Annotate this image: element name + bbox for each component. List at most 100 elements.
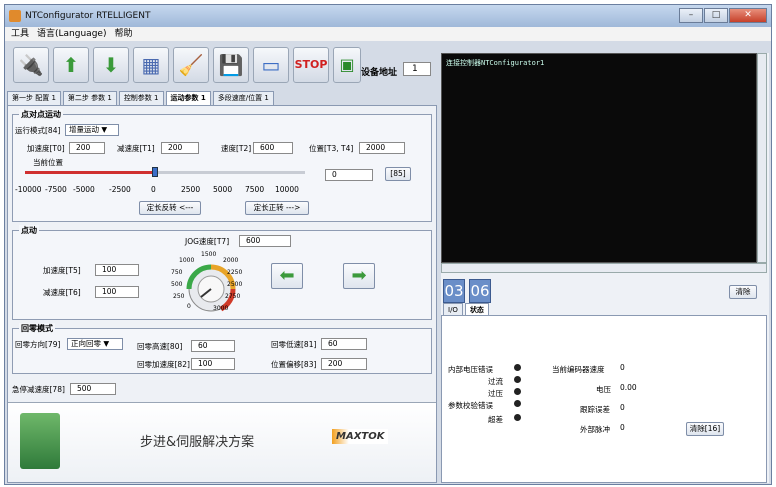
menu-language[interactable]: 语言(Language) (37, 27, 106, 41)
estop-decel-input[interactable]: 500 (70, 383, 116, 395)
tick-label: -7500 (45, 185, 67, 194)
led-display-2: 06 (469, 279, 491, 303)
close-button[interactable]: ✕ (729, 8, 767, 23)
read-85-button[interactable]: [85] (385, 167, 411, 181)
voltage-value: 0.00 (620, 383, 637, 392)
title-bar: NTConfigurator RTELLIGENT – □ ✕ (5, 5, 771, 27)
tick-label: 0 (151, 185, 156, 194)
chart-icon: ▦ (141, 53, 161, 77)
console-vertical-scrollbar[interactable] (757, 53, 767, 263)
position-bar-track (155, 171, 305, 174)
jog-accel-input[interactable]: 100 (95, 264, 139, 276)
speed-input[interactable]: 600 (253, 142, 293, 154)
product-image (20, 413, 60, 469)
home-high-speed-label: 回零高速[80] (137, 342, 183, 351)
clean-button[interactable]: 🧹 (173, 47, 209, 83)
window-button[interactable]: ▭ (253, 47, 289, 83)
home-low-speed-input[interactable]: 60 (321, 338, 367, 350)
voltage-label: 电压 (596, 385, 611, 394)
dial-label: 0 (187, 303, 191, 310)
dial-label: 2500 (227, 281, 243, 288)
monitor-button[interactable]: ▣ (333, 47, 361, 83)
position-bar-fill (25, 171, 155, 174)
motion-panel: 点对点运动 运行模式[84] 增量运动 ▼ 加速度[T0] 200 减速度[T1… (7, 105, 437, 483)
external-pulse-label: 外部脉冲 (580, 425, 610, 434)
status-panel: 内部电压错误 过流 过压 参数校验错误 超差 当前编码器速度 0 电压 0.00… (441, 315, 767, 483)
home-accel-label: 回零加速度[82] (137, 360, 190, 369)
dial-label: 250 (173, 293, 185, 300)
arrow-right-icon: ➡ (351, 265, 367, 286)
dial-label: 3000 (213, 305, 229, 312)
decel-input[interactable]: 200 (161, 142, 199, 154)
position-input[interactable]: 2000 (359, 142, 405, 154)
decel-label: 减速度[T1] (117, 144, 155, 153)
jog-decel-label: 减速度[T6] (43, 288, 81, 297)
brand-slogan: 步进&伺服解决方案 (140, 435, 255, 450)
monitor-panel: 连接控制器NTConfigurator1 03 06 清除 I/O 状态 内部电… (441, 53, 769, 483)
menu-help[interactable]: 帮助 (114, 27, 132, 41)
current-position-display: 0 (325, 169, 373, 181)
clear-status-button[interactable]: 清除[16] (686, 422, 724, 436)
status-label: 过压 (488, 389, 503, 398)
dial-label: 1500 (201, 251, 217, 258)
clear-console-button[interactable]: 清除 (729, 285, 757, 299)
tracking-error-value: 0 (620, 403, 625, 412)
forward-length-button[interactable]: 定长正转 ---> (245, 201, 309, 215)
window-icon: ▭ (261, 53, 281, 77)
download-button[interactable]: ⬇ (93, 47, 129, 83)
home-offset-label: 位置偏移[83] (271, 360, 317, 369)
console-horizontal-scrollbar[interactable] (441, 263, 767, 273)
jog-right-button[interactable]: ➡ (343, 263, 375, 289)
maximize-button[interactable]: □ (704, 8, 728, 23)
console-output: 连接控制器NTConfigurator1 (441, 53, 757, 263)
jog-left-button[interactable]: ⬅ (271, 263, 303, 289)
menu-bar: 工具 语言(Language) 帮助 (5, 27, 771, 41)
app-window: NTConfigurator RTELLIGENT – □ ✕ 工具 语言(La… (4, 4, 772, 485)
upload-button[interactable]: ⬆ (53, 47, 89, 83)
tab-motion[interactable]: 运动参数 1 (165, 91, 211, 105)
p2p-title: 点对点运动 (19, 109, 63, 120)
stop-button[interactable]: STOP (293, 47, 329, 83)
jog-group: 点动 JOG速度[T7] 600 加速度[T5] 100 减速度[T6] 100… (12, 225, 432, 320)
broom-icon: 🧹 (178, 53, 204, 77)
tick-label: 5000 (213, 185, 233, 194)
device-address-input[interactable]: 1 (403, 62, 431, 76)
encoder-speed-value: 0 (620, 363, 625, 372)
position-label: 位置[T3, T4] (309, 144, 354, 153)
jog-accel-label: 加速度[T5] (43, 266, 81, 275)
save-icon: 💾 (218, 53, 244, 77)
tab-multistep[interactable]: 多段速度/位置 1 (212, 91, 274, 105)
homing-group: 回零模式 回零方向[79] 正向回零 ▼ 回零高速[80] 60 回零低速[81… (12, 323, 432, 374)
position-slider-handle[interactable] (152, 167, 158, 177)
menu-tools[interactable]: 工具 (11, 27, 29, 41)
speed-label: 速度[T2] (221, 144, 252, 153)
tab-config[interactable]: 第一步 配置 1 (7, 91, 61, 105)
console-line: 连接控制器NTConfigurator1 (446, 59, 545, 67)
home-offset-input[interactable]: 200 (321, 358, 367, 370)
app-icon (9, 10, 21, 22)
status-indicator (514, 414, 521, 421)
tab-params[interactable]: 第二步 参数 1 (62, 91, 117, 105)
status-indicator (514, 400, 521, 407)
tick-label: 7500 (245, 185, 265, 194)
save-button[interactable]: 💾 (213, 47, 249, 83)
arrow-left-icon: ⬅ (279, 265, 295, 286)
status-label: 参数校验错误 (448, 401, 493, 410)
jog-title: 点动 (19, 225, 39, 236)
run-mode-select[interactable]: 增量运动 ▼ (65, 124, 119, 136)
connect-button[interactable]: 🔌 (13, 47, 49, 83)
homing-title: 回零模式 (19, 323, 55, 334)
tab-control[interactable]: 控制参数 1 (118, 91, 164, 105)
minimize-button[interactable]: – (679, 8, 703, 23)
tick-label: 10000 (275, 185, 299, 194)
home-high-speed-input[interactable]: 60 (191, 340, 235, 352)
accel-input[interactable]: 200 (69, 142, 105, 154)
jog-decel-input[interactable]: 100 (95, 286, 139, 298)
home-accel-input[interactable]: 100 (191, 358, 235, 370)
reverse-length-button[interactable]: 定长反转 <--- (139, 201, 201, 215)
chart-button[interactable]: ▦ (133, 47, 169, 83)
arrow-up-icon: ⬆ (62, 53, 80, 77)
home-dir-select[interactable]: 正向回零 ▼ (67, 338, 123, 350)
stop-icon: STOP (294, 58, 328, 71)
home-dir-label: 回零方向[79] (15, 340, 61, 349)
